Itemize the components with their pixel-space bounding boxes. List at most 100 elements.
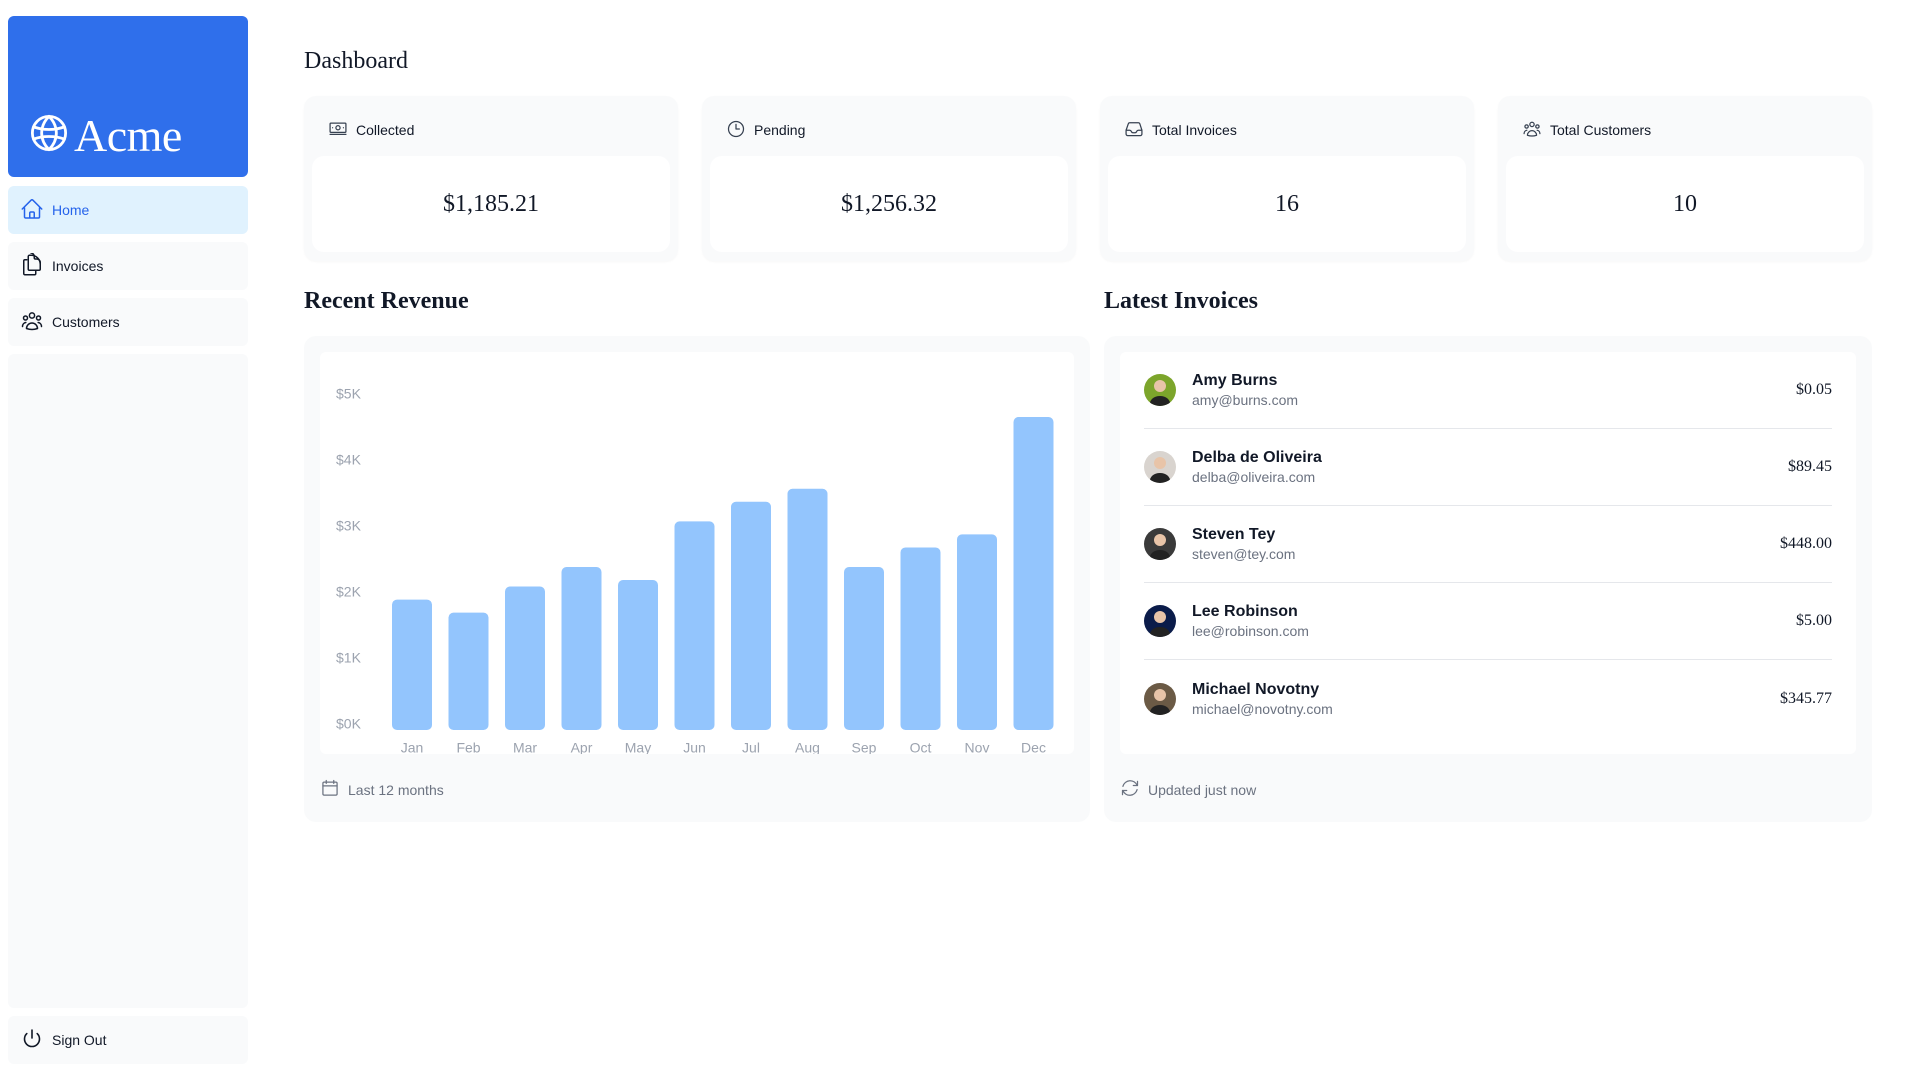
invoice-list: Amy Burns amy@burns.com $0.05 Delba de O… [1120, 352, 1856, 737]
card-title: Total Customers [1550, 122, 1652, 138]
invoice-row[interactable]: Michael Novotny michael@novotny.com $345… [1144, 660, 1832, 737]
x-tick-label: Jul [742, 740, 760, 754]
invoice-row[interactable]: Steven Tey steven@tey.com $448.00 [1144, 506, 1832, 583]
home-icon [20, 197, 44, 224]
x-tick-label: Nov [965, 740, 990, 754]
bar-sep[interactable] [844, 567, 884, 730]
brand-name: Acme [74, 109, 182, 161]
x-tick-label: Apr [571, 740, 593, 754]
summary-cards: Collected $1,185.21 Pending $1,256.32 To… [304, 96, 1872, 261]
customer-email: michael@novotny.com [1192, 700, 1333, 717]
sidebar-nav: Home Invoices Customers [8, 186, 248, 346]
recent-revenue-title: Recent Revenue [304, 288, 469, 314]
card-title: Collected [356, 122, 415, 138]
bar-jul[interactable] [731, 501, 771, 730]
customer-email: lee@robinson.com [1192, 623, 1309, 639]
x-tick-label: Feb [456, 740, 480, 754]
card-value: 16 [1108, 156, 1466, 252]
card-total-customers: Total Customers 10 [1498, 96, 1872, 261]
avatar [1144, 528, 1176, 560]
avatar [1144, 451, 1176, 483]
invoices-footer: Updated just now [1120, 754, 1856, 801]
user-group-icon [1522, 119, 1542, 142]
x-tick-label: Oct [910, 740, 932, 754]
sign-out-button[interactable]: Sign Out [8, 1016, 248, 1064]
sidebar-item-label: Invoices [52, 258, 104, 274]
invoice-row[interactable]: Amy Burns amy@burns.com $0.05 [1144, 352, 1832, 429]
x-tick-label: Sep [852, 740, 877, 754]
invoice-list-container: Amy Burns amy@burns.com $0.05 Delba de O… [1120, 352, 1856, 754]
invoices-panel: Amy Burns amy@burns.com $0.05 Delba de O… [1104, 336, 1872, 822]
customer-email: delba@oliveira.com [1192, 469, 1316, 485]
avatar [1144, 605, 1176, 637]
sidebar-item-invoices[interactable]: Invoices [8, 242, 248, 290]
bar-mar[interactable] [505, 586, 545, 730]
avatar [1144, 374, 1176, 406]
card-pending: Pending $1,256.32 [702, 96, 1076, 261]
x-tick-label: Mar [513, 740, 537, 754]
card-title: Pending [754, 122, 806, 138]
sidebar-item-customers[interactable]: Customers [8, 298, 248, 346]
invoice-row[interactable]: Lee Robinson lee@robinson.com $5.00 [1144, 583, 1832, 660]
clock-icon [726, 119, 746, 142]
card-value: $1,185.21 [312, 156, 670, 252]
refresh-icon[interactable] [1120, 778, 1140, 801]
y-tick-label: $1K [336, 650, 362, 666]
x-tick-label: Dec [1021, 740, 1046, 754]
bar-nov[interactable] [957, 534, 997, 730]
user-group-icon [20, 309, 44, 336]
customer-name: Michael Novotny [1192, 680, 1320, 698]
sidebar-item-label: Customers [52, 314, 120, 330]
bar-aug[interactable] [787, 488, 828, 730]
banknotes-icon [328, 119, 348, 142]
bar-oct[interactable] [900, 547, 941, 730]
inbox-icon [1124, 119, 1144, 142]
invoice-row[interactable]: Delba de Oliveira delba@oliveira.com $89… [1144, 429, 1832, 506]
calendar-icon [320, 778, 340, 801]
bar-jan[interactable] [392, 599, 432, 730]
invoice-amount: $345.77 [1780, 689, 1832, 707]
bar-may[interactable] [618, 580, 658, 730]
x-tick-label: Aug [795, 740, 820, 754]
invoice-amount: $5.00 [1796, 612, 1832, 629]
customer-name: Steven Tey [1192, 526, 1276, 543]
card-collected: Collected $1,185.21 [304, 96, 678, 261]
sign-out-label: Sign Out [52, 1032, 107, 1048]
y-tick-label: $0K [336, 716, 362, 732]
customer-email: steven@tey.com [1192, 546, 1296, 562]
avatar [1144, 682, 1176, 715]
invoice-amount: $448.00 [1780, 535, 1832, 552]
card-value: $1,256.32 [710, 156, 1068, 252]
bar-feb[interactable] [448, 612, 489, 730]
customer-name: Lee Robinson [1192, 603, 1298, 620]
revenue-footer: Last 12 months [320, 754, 1074, 801]
sidebar: Acme Home Invoices Customers Sign Out [8, 16, 248, 1064]
x-tick-label: Jan [401, 740, 424, 754]
invoice-amount: $0.05 [1796, 381, 1832, 398]
bar-dec[interactable] [1013, 417, 1054, 730]
revenue-chart-svg: $5K $4K $3K $2K $1K $0K Jan Feb Mar Apr May Jun Jul A… [336, 386, 1054, 754]
y-tick-label: $4K [336, 452, 362, 468]
revenue-panel: $5K $4K $3K $2K $1K $0K Jan Feb Mar Apr May Jun Jul A… [304, 336, 1090, 822]
sidebar-spacer [8, 354, 248, 1008]
y-tick-label: $5K [336, 386, 362, 402]
customer-name: Delba de Oliveira [1192, 449, 1322, 466]
globe-icon [28, 112, 70, 159]
sidebar-item-label: Home [52, 202, 90, 218]
revenue-chart: $5K $4K $3K $2K $1K $0K Jan Feb Mar Apr May Jun Jul A… [320, 352, 1074, 754]
bar-apr[interactable] [561, 567, 602, 730]
sidebar-item-home[interactable]: Home [8, 186, 248, 234]
bar-jun[interactable] [674, 521, 715, 730]
y-tick-label: $2K [336, 584, 362, 600]
y-tick-label: $3K [336, 518, 362, 534]
card-value: 10 [1506, 156, 1864, 252]
brand-logo[interactable]: Acme [8, 16, 248, 177]
latest-invoices-title: Latest Invoices [1104, 288, 1258, 314]
customer-name: Amy Burns [1192, 372, 1278, 389]
document-duplicate-icon [20, 251, 44, 280]
customer-email: amy@burns.com [1192, 392, 1299, 408]
power-icon [20, 1027, 44, 1054]
card-title: Total Invoices [1152, 122, 1237, 138]
x-tick-label: May [625, 740, 651, 754]
card-total-invoices: Total Invoices 16 [1100, 96, 1474, 261]
